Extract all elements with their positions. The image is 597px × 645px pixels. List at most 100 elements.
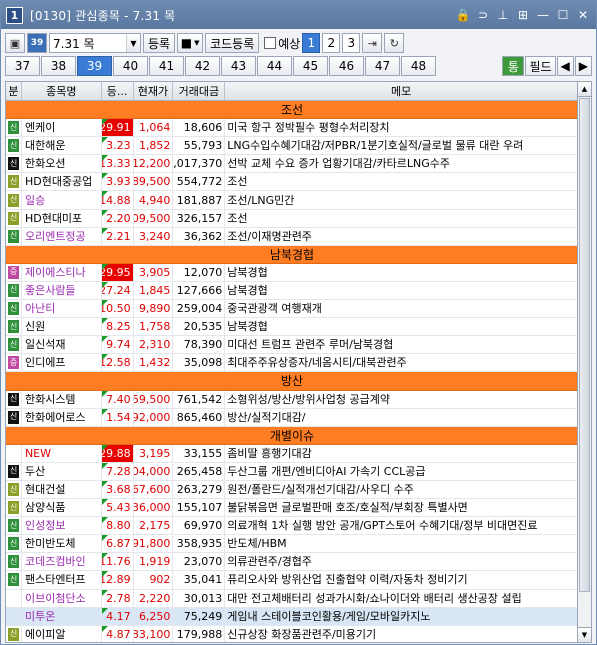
table-row[interactable]: 신 한미반도체 6.87 91,800 358,935 반도체/HBM	[6, 535, 578, 554]
header-volume[interactable]: 거래대금	[173, 82, 226, 100]
group-number-icon[interactable]: 39	[27, 33, 47, 53]
table-row[interactable]: 신 오리엔트정공 2.21 3,240 36,362 조선/이재명관련주	[6, 227, 578, 246]
stock-name[interactable]: 엔케이	[22, 119, 102, 137]
table-row[interactable]: 신두산7.28304,000265,458두산그룹 개편/엔비디아AI 가속기 …	[6, 462, 578, 481]
tong-button[interactable]: 통	[502, 56, 525, 76]
stock-name[interactable]: 팬스타엔터프	[22, 571, 102, 589]
tab-next-icon[interactable]: ▶	[574, 56, 592, 76]
scroll-up-icon[interactable]: ▲	[578, 82, 591, 97]
table-row[interactable]: 신HD현대미포2.20109,500326,157조선	[6, 209, 578, 228]
scroll-thumb[interactable]	[579, 98, 590, 592]
table-row[interactable]: 신 현대건설 3.68 67,600 263,279 원전/폴란드/실적개선기대감/사우디…	[6, 480, 578, 500]
stock-name[interactable]: 신원	[22, 318, 102, 336]
tab-43[interactable]: 43	[221, 56, 256, 76]
close-icon[interactable]: ✕	[574, 6, 592, 24]
maximize-icon[interactable]: ☐	[554, 6, 572, 24]
tab-47[interactable]: 47	[365, 56, 400, 76]
page-button-2[interactable]: 2	[322, 33, 341, 53]
table-row[interactable]: 신 대한해운 3.23 1,852 55,793 LNG수입수혜기대감/저PBR/1분기호…	[6, 137, 578, 156]
table-row[interactable]: 신 아난티 10.50 9,890 259,004 중국관광객 여행재개	[6, 300, 578, 319]
table-row[interactable]: 신 코데즈컴바인 11.76 1,919 23,070 의류관련주/경협주	[6, 553, 578, 572]
header-name[interactable]: 종목명	[22, 82, 102, 100]
stock-name[interactable]: 대한해운	[22, 137, 102, 155]
stock-name[interactable]: 한화에어로스	[22, 408, 102, 426]
stock-name[interactable]: 한화시스템	[22, 390, 102, 408]
header-memo[interactable]: 메모	[225, 82, 578, 100]
chevron-down-icon[interactable]: ▼	[126, 34, 140, 52]
header-change-rate[interactable]: 등...	[102, 82, 134, 100]
table-row[interactable]: 신한화에어로스1.54992,000865,460방산/실적기대감/	[6, 408, 578, 427]
table-row[interactable]: 신 팬스타엔터프 12.89 902 35,041 퓨리오사와 방위산업 진출협약 이력/…	[6, 571, 578, 590]
stock-name[interactable]: NEW	[22, 444, 102, 462]
stock-name[interactable]: HD현대미포	[22, 209, 102, 227]
stock-name[interactable]: 한미반도체	[22, 535, 102, 553]
grid-icon[interactable]: ⊞	[514, 6, 532, 24]
table-row[interactable]: 신 일신석재 9.74 2,310 78,390 미대선 트럼프 관련주 루머/남북경협	[6, 336, 578, 355]
stop-button[interactable]: ■ ▼	[177, 33, 204, 53]
table-row[interactable]: 신 일승 14.88 4,940 181,887 조선/LNG민간	[6, 191, 578, 210]
tab-prev-icon[interactable]: ◀	[556, 56, 574, 76]
tab-46[interactable]: 46	[329, 56, 364, 76]
tab-44[interactable]: 44	[257, 56, 292, 76]
table-row[interactable]: 신 HD현대중공업 3.93 89,500 554,772 조선	[6, 173, 578, 192]
stock-name[interactable]: 미투온	[22, 607, 102, 625]
table-row[interactable]: 증 인디에프 12.58 1,432 35,098 최대주주유상증자/네옴시티/대북관련주	[6, 354, 578, 373]
stock-name[interactable]: 인디에프	[22, 354, 102, 372]
tab-45[interactable]: 45	[293, 56, 328, 76]
code-register-button[interactable]: 코드등록	[205, 33, 260, 53]
tab-41[interactable]: 41	[149, 56, 184, 76]
table-row[interactable]: 신 한화시스템 7.40 59,500 761,542 소형위성/방산/방위사업청 공급계…	[6, 390, 578, 409]
scroll-down-icon[interactable]: ▼	[578, 627, 591, 642]
table-row[interactable]: 이브이첨단소 2.78 2,220 30,013 대만 전고체배터리 성과가시화/쇼나이…	[6, 589, 578, 608]
page-button-3[interactable]: 3	[342, 33, 361, 53]
table-row[interactable]: NEW 29.88 3,195 33,155 좀비딸 흥행기대감	[6, 444, 578, 463]
connect-icon[interactable]: ⊃	[474, 6, 492, 24]
table-row[interactable]: 신 엔케이 29.91 1,064 18,606 미국 항구 정박필수 평형수처리장치	[6, 119, 578, 138]
table-row[interactable]: 신에이피알4.87183,100179,988신규상장 화장품관련주/미용기기	[6, 625, 578, 642]
stock-name[interactable]: 두산	[22, 462, 102, 480]
chevron-down-icon[interactable]: ▼	[194, 39, 199, 47]
stock-name[interactable]: HD현대중공업	[22, 173, 102, 191]
header-price[interactable]: 현재가	[134, 82, 174, 100]
table-row[interactable]: 신삼양식품5.431,336,000155,107불닭볶음면 글로벌판매 호조/…	[6, 499, 578, 518]
table-row[interactable]: 증 제이에스티나 29.95 3,905 12,070 남북경협	[6, 263, 578, 282]
table-row[interactable]: 신한화오션13.3312,2001,017,370선박 교체 수요 증가 업황기…	[6, 155, 578, 174]
stock-name[interactable]: 이브이첨단소	[22, 589, 102, 607]
minimize-icon[interactable]: —	[534, 6, 552, 24]
tab-38[interactable]: 38	[41, 56, 76, 76]
header-market[interactable]: 분	[6, 82, 22, 100]
stock-name[interactable]: 인성정보	[22, 517, 102, 535]
tab-39[interactable]: 39	[77, 56, 112, 76]
stock-name[interactable]: 오리엔트정공	[22, 227, 102, 245]
refresh-icon[interactable]: ↻	[384, 33, 405, 53]
checkbox-box[interactable]	[264, 37, 277, 49]
table-row[interactable]: 신 신원 8.25 1,758 20,535 남북경협	[6, 318, 578, 337]
stock-name[interactable]: 일승	[22, 191, 102, 209]
tab-40[interactable]: 40	[113, 56, 148, 76]
stock-name[interactable]: 에이피알	[22, 625, 102, 642]
field-button[interactable]: 필드	[525, 56, 556, 76]
stock-name[interactable]: 일신석재	[22, 336, 102, 354]
table-row[interactable]: 신 인성정보 8.80 2,175 69,970 의료개혁 1차 실행 방안 공개/GPT…	[6, 517, 578, 536]
table-row[interactable]: 미투온 4.17 6,250 75,249 게임내 스테이블코인활용/게임/모바일카지노	[6, 607, 578, 626]
screen-icon[interactable]: ▣	[5, 33, 25, 53]
tab-48[interactable]: 48	[401, 56, 436, 76]
table-row[interactable]: 신 좋은사람들 27.24 1,845 127,666 남북경협	[6, 281, 578, 301]
stock-name[interactable]: 현대건설	[22, 480, 102, 499]
tab-42[interactable]: 42	[185, 56, 220, 76]
group-select[interactable]: 7.31 목 ▼	[49, 33, 141, 53]
stock-name[interactable]: 삼양식품	[22, 499, 102, 517]
export-icon[interactable]: ⇥	[362, 33, 383, 53]
lock-icon[interactable]: 🔒	[454, 6, 472, 24]
preview-checkbox[interactable]: 예상	[264, 35, 300, 52]
pin-icon[interactable]: ⊥	[494, 6, 512, 24]
stock-name[interactable]: 제이에스티나	[22, 263, 102, 281]
register-button[interactable]: 등록	[143, 33, 176, 53]
stock-name[interactable]: 아난티	[22, 300, 102, 318]
tab-37[interactable]: 37	[5, 56, 40, 76]
page-button-1[interactable]: 1	[302, 33, 321, 53]
stock-name[interactable]: 코데즈컴바인	[22, 553, 102, 571]
stock-name[interactable]: 한화오션	[22, 155, 102, 173]
stock-name[interactable]: 좋은사람들	[22, 281, 102, 300]
vertical-scrollbar[interactable]: ▲ ▼	[577, 81, 592, 643]
